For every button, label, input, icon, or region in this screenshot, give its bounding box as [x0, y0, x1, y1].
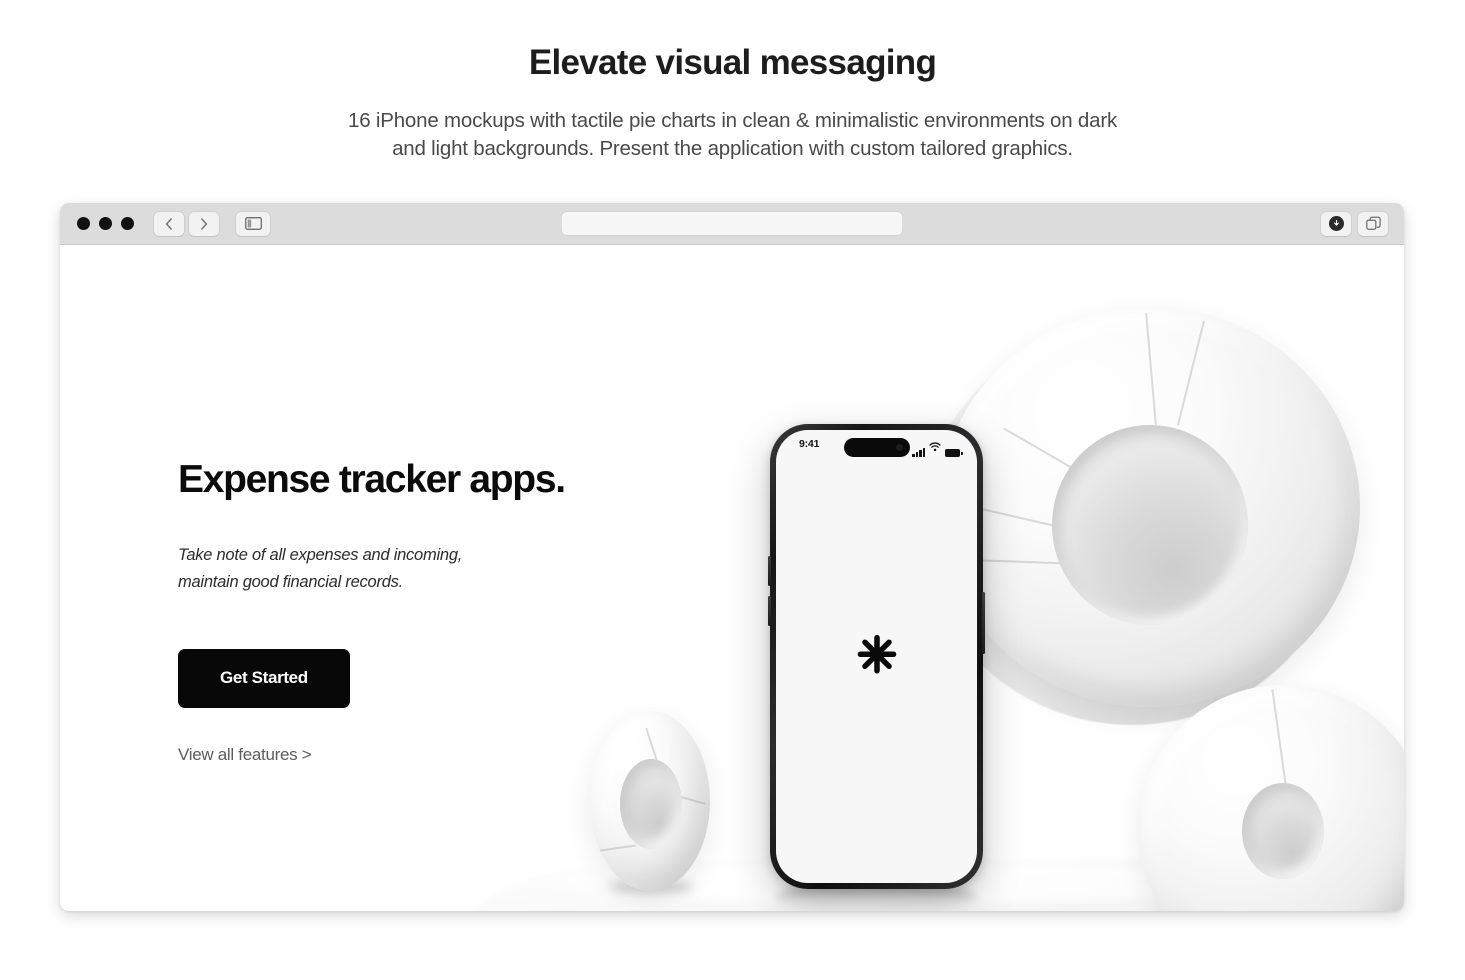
- traffic-light-group: [77, 217, 134, 230]
- back-button[interactable]: [154, 211, 184, 236]
- hero-description: Take note of all expenses and incoming, …: [178, 542, 608, 596]
- page-title: Elevate visual messaging: [528, 43, 937, 82]
- forward-button[interactable]: [189, 211, 219, 236]
- chevron-left-icon: [165, 217, 173, 230]
- tabs-overview-button[interactable]: [1358, 211, 1388, 236]
- get-started-button[interactable]: Get Started: [178, 649, 350, 709]
- view-all-features-link[interactable]: View all features >: [178, 745, 608, 765]
- power-button[interactable]: [982, 592, 985, 654]
- sidebar-toggle-button[interactable]: [236, 211, 270, 236]
- front-camera-icon: [895, 444, 903, 451]
- phone-status-bar: 9:41: [776, 430, 977, 460]
- status-bar-indicators: [912, 439, 963, 457]
- eight-point-star-icon: [854, 634, 900, 680]
- address-bar-input[interactable]: [562, 212, 903, 235]
- website-viewport: 9:41 Expense tracker apps. Take note of …: [60, 245, 1404, 911]
- phone-screen: 9:41: [776, 430, 977, 883]
- volume-down-button[interactable]: [768, 596, 771, 626]
- toolbar-right-group: [1321, 211, 1388, 236]
- page-header: Elevate visual messaging 16 iPhone mocku…: [0, 0, 1465, 163]
- hero-title: Expense tracker apps.: [178, 458, 566, 501]
- battery-icon: [945, 449, 963, 457]
- sidebar-toggle-icon: [244, 217, 262, 230]
- status-bar-time: 9:41: [799, 438, 820, 450]
- download-button[interactable]: [1321, 211, 1351, 236]
- mid-donut-hole: [1242, 783, 1324, 879]
- hero-content: Expense tracker apps. Take note of all e…: [178, 458, 608, 765]
- hero-description-line-1: Take note of all expenses and incoming,: [178, 545, 463, 564]
- page-subtitle-line-2: and light backgrounds. Present the appli…: [392, 136, 1073, 160]
- page-subtitle: 16 iPhone mockups with tactile pie chart…: [0, 107, 1465, 163]
- chevron-right-icon: [200, 217, 208, 230]
- address-bar[interactable]: [561, 212, 903, 235]
- iphone-mockup: 9:41: [768, 424, 985, 889]
- navigation-buttons: [154, 211, 219, 236]
- volume-up-button[interactable]: [768, 556, 771, 586]
- hero-description-line-2: maintain good financial records.: [178, 573, 403, 592]
- small-3d-donut-chart: [590, 711, 710, 891]
- minimize-dot[interactable]: [99, 217, 112, 230]
- browser-window: 9:41 Expense tracker apps. Take note of …: [60, 203, 1404, 911]
- copy-tabs-icon: [1365, 216, 1381, 231]
- maximize-dot[interactable]: [121, 217, 134, 230]
- download-icon: [1328, 216, 1344, 231]
- close-dot[interactable]: [77, 217, 90, 230]
- dynamic-island: [843, 438, 910, 457]
- small-donut-hole: [620, 759, 682, 849]
- large-3d-donut-chart: [940, 307, 1360, 707]
- large-donut-hole: [1052, 425, 1248, 625]
- browser-toolbar: [60, 203, 1404, 245]
- wifi-icon: [929, 439, 941, 457]
- cellular-bars-icon: [912, 447, 925, 457]
- page-subtitle-line-1: 16 iPhone mockups with tactile pie chart…: [348, 108, 1117, 132]
